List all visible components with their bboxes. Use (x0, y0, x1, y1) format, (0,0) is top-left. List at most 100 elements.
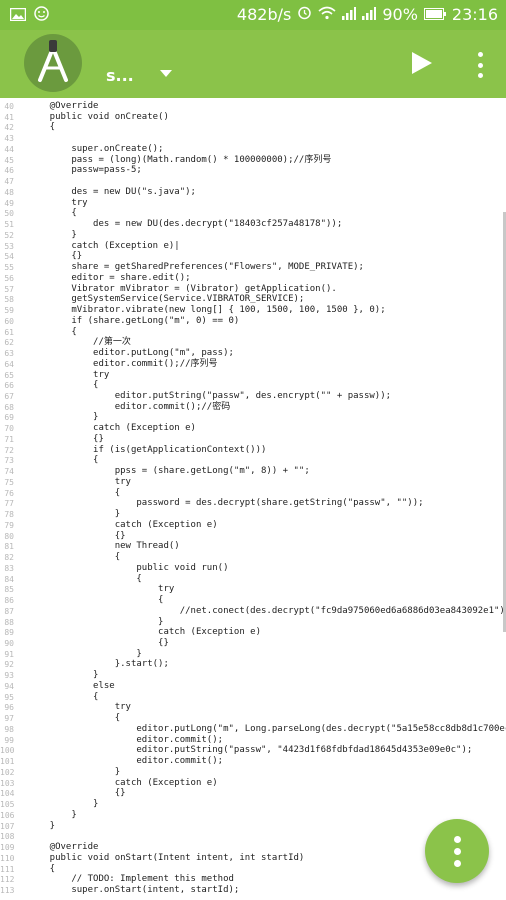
code-line[interactable]: 75 try (0, 477, 506, 488)
line-number: 91 (4, 649, 14, 659)
code-line[interactable]: 58 getSystemService(Service.VIBRATOR_SER… (0, 294, 506, 305)
code-line[interactable]: 62 //第一次 (0, 337, 506, 348)
code-line[interactable]: 43 (0, 133, 506, 144)
code-line[interactable]: 70 catch (Exception e) (0, 423, 506, 434)
code-text: { (28, 552, 121, 563)
android-studio-logo-icon[interactable] (24, 34, 82, 92)
line-number: 111 (0, 864, 15, 874)
line-number: 110 (0, 853, 15, 863)
line-number: 80 (4, 531, 14, 541)
code-line[interactable]: 79 catch (Exception e) (0, 520, 506, 531)
line-number: 43 (4, 134, 14, 144)
code-line[interactable]: 86 { (0, 595, 506, 606)
fab-menu-button[interactable] (425, 819, 489, 883)
code-line[interactable]: 92 }.start(); (0, 659, 506, 670)
code-line[interactable]: 77 password = des.decrypt(share.getStrin… (0, 498, 506, 509)
code-line[interactable]: 55 share = getSharedPreferences("Flowers… (0, 262, 506, 273)
code-text: mVibrator.vibrate(new long[] { 100, 1500… (28, 305, 386, 316)
code-line[interactable]: 97 { (0, 713, 506, 724)
code-text: try (28, 369, 110, 380)
code-line[interactable]: 102 } (0, 767, 506, 778)
line-number: 88 (4, 617, 14, 627)
code-line[interactable]: 40 @Override (0, 101, 506, 112)
code-editor[interactable]: 40 @Override 41 public void onCreate() 42 … (0, 98, 506, 900)
code-text: } (28, 412, 99, 423)
code-line[interactable]: 106 } (0, 810, 506, 821)
code-line[interactable]: 47 (0, 176, 506, 187)
code-line[interactable]: 98 editor.putLong("m", Long.parseLong(de… (0, 724, 506, 735)
code-line[interactable]: 74 ppss = (share.getLong("m", 8)) + ""; (0, 466, 506, 477)
network-speed: 482b/s (236, 5, 292, 24)
code-line[interactable]: 50 { (0, 208, 506, 219)
code-line[interactable]: 104 {} (0, 788, 506, 799)
code-line[interactable]: 69 } (0, 412, 506, 423)
code-line[interactable]: 49 try (0, 198, 506, 209)
code-line[interactable]: 112 // TODO: Implement this method (0, 874, 506, 885)
code-line[interactable]: 107 } (0, 821, 506, 832)
dropdown-arrow-icon[interactable] (160, 70, 172, 77)
code-line[interactable]: 72 if (is(getApplicationContext())) (0, 445, 506, 456)
code-line[interactable]: 73 { (0, 455, 506, 466)
code-line[interactable]: 100 editor.putString("passw", "4423d1f68… (0, 745, 506, 756)
code-line[interactable]: 84 { (0, 574, 506, 585)
code-line[interactable]: 59 mVibrator.vibrate(new long[] { 100, 1… (0, 305, 506, 316)
code-line[interactable]: 48 des = new DU("s.java"); (0, 187, 506, 198)
code-text: ppss = (share.getLong("m", 8)) + ""; (28, 466, 310, 477)
line-number: 77 (4, 499, 14, 509)
line-number: 98 (4, 724, 14, 734)
code-line[interactable]: 83 public void run() (0, 563, 506, 574)
code-line[interactable]: 44 super.onCreate(); (0, 144, 506, 155)
code-line[interactable]: 46 passw=pass-5; (0, 165, 506, 176)
code-line[interactable]: 93 } (0, 670, 506, 681)
code-line[interactable]: 57 Vibrator mVibrator = (Vibrator) getAp… (0, 284, 506, 295)
code-line[interactable]: 42 { (0, 122, 506, 133)
code-line[interactable]: 90 {} (0, 638, 506, 649)
code-line[interactable]: 89 catch (Exception e) (0, 627, 506, 638)
code-text: editor = share.edit(); (28, 272, 191, 283)
code-line[interactable]: 80 {} (0, 531, 506, 542)
code-line[interactable]: 105 } (0, 799, 506, 810)
code-line[interactable]: 78 } (0, 509, 506, 520)
code-line[interactable]: 61 { (0, 327, 506, 338)
code-line[interactable]: 99 editor.commit(); (0, 735, 506, 746)
code-line[interactable]: 51 des = new DU(des.decrypt("18403cf257a… (0, 219, 506, 230)
code-line[interactable]: 113 super.onStart(intent, startId); (0, 885, 506, 896)
line-number: 72 (4, 445, 14, 455)
line-number: 69 (4, 413, 14, 423)
code-line[interactable]: 81 new Thread() (0, 541, 506, 552)
code-line[interactable]: 94 else (0, 681, 506, 692)
code-text: //net.conect(des.decrypt("fc9da975060ed6… (28, 605, 506, 616)
code-line[interactable]: 66 { (0, 380, 506, 391)
line-number: 61 (4, 327, 14, 337)
code-line[interactable]: 45 pass = (long)(Math.random() * 1000000… (0, 155, 506, 166)
code-line[interactable]: 68 editor.commit();//密码 (0, 402, 506, 413)
code-line[interactable]: 76 { (0, 488, 506, 499)
code-line[interactable]: 87 //net.conect(des.decrypt("fc9da975060… (0, 606, 506, 617)
line-number: 52 (4, 230, 14, 240)
line-number: 108 (0, 832, 15, 842)
code-line[interactable]: 82 { (0, 552, 506, 563)
code-line[interactable]: 60 if (share.getLong("m", 0) == 0) (0, 316, 506, 327)
code-line[interactable]: 67 editor.putString("passw", des.encrypt… (0, 391, 506, 402)
code-line[interactable]: 63 editor.putLong("m", pass); (0, 348, 506, 359)
line-number: 41 (4, 112, 14, 122)
code-line[interactable]: 41 public void onCreate() (0, 112, 506, 123)
code-line[interactable]: 64 editor.commit();//序列号 (0, 359, 506, 370)
run-button[interactable] (412, 52, 432, 74)
code-line[interactable]: 88 } (0, 617, 506, 628)
code-line[interactable]: 53 catch (Exception e)| (0, 241, 506, 252)
file-title[interactable]: s... (106, 66, 134, 85)
code-line[interactable]: 65 try (0, 370, 506, 381)
code-line[interactable]: 103 catch (Exception e) (0, 778, 506, 789)
code-line[interactable]: 101 editor.commit(); (0, 756, 506, 767)
code-line[interactable]: 85 try (0, 584, 506, 595)
line-number: 48 (4, 187, 14, 197)
code-line[interactable]: 54 {} (0, 251, 506, 262)
code-line[interactable]: 91 } (0, 649, 506, 660)
overflow-menu-icon[interactable] (476, 52, 484, 78)
code-line[interactable]: 56 editor = share.edit(); (0, 273, 506, 284)
code-line[interactable]: 95 { (0, 692, 506, 703)
code-line[interactable]: 52 } (0, 230, 506, 241)
code-line[interactable]: 71 {} (0, 434, 506, 445)
code-line[interactable]: 96 try (0, 702, 506, 713)
